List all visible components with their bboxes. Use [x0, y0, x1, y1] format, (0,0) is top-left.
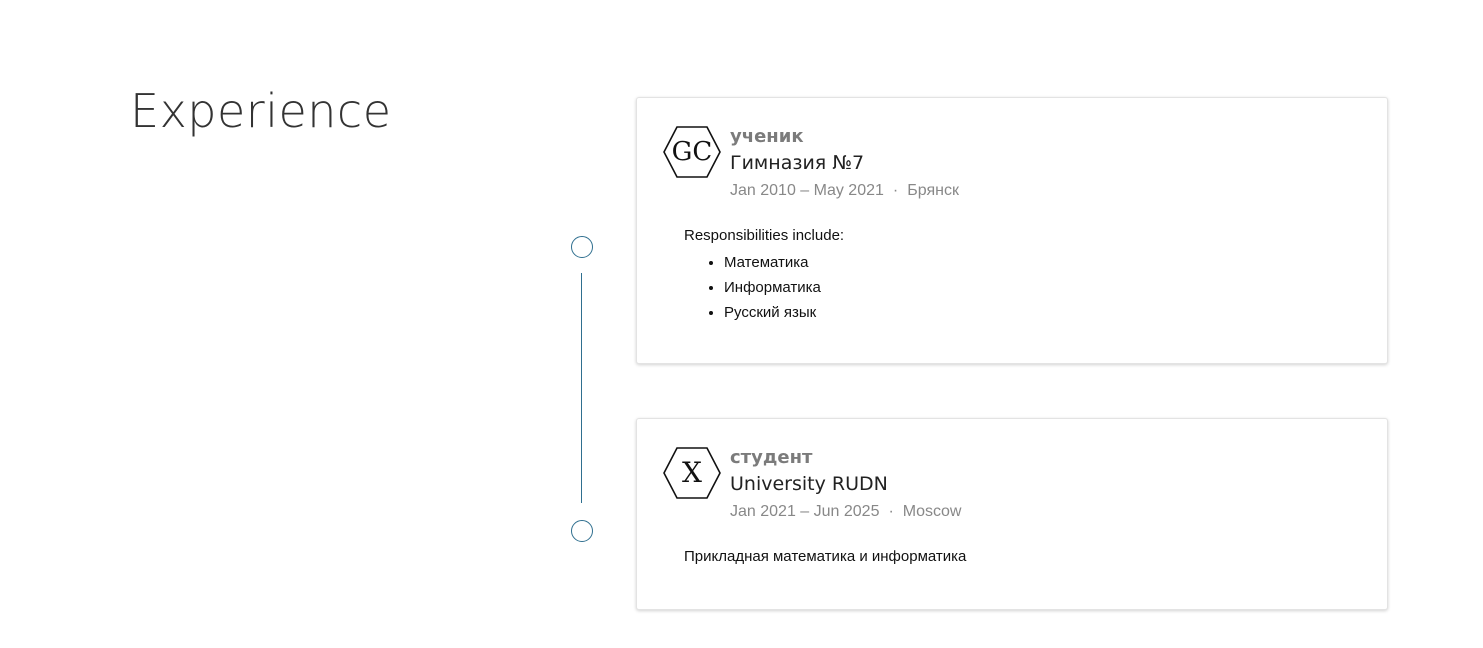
location: Брянск	[907, 182, 959, 199]
timeline-dot	[571, 236, 593, 258]
role-title: ученик	[730, 126, 804, 147]
organization-name: Гимназия №7	[730, 152, 865, 174]
list-item: Информатика	[724, 275, 844, 300]
list-item: Русский язык	[724, 300, 844, 325]
logo-text: X	[682, 456, 702, 489]
experience-meta: Jan 2021 – Jun 2025 · Moscow	[730, 500, 961, 524]
list-item: Математика	[724, 250, 844, 275]
experience-card: GC ученик Гимназия №7 Jan 2010 – May 202…	[636, 97, 1388, 364]
organization-logo-icon: GC	[663, 126, 721, 178]
responsibility-list: Математика Информатика Русский язык	[684, 250, 844, 325]
logo-text: GC	[671, 137, 713, 167]
description-lead: Прикладная математика и информатика	[684, 548, 967, 565]
section-title: Experience	[130, 84, 392, 138]
date-range: Jan 2010 – May 2021	[730, 182, 884, 199]
experience-header: студент University RUDN Jan 2021 – Jun 2…	[730, 447, 961, 524]
organization-name: University RUDN	[730, 473, 888, 495]
experience-meta: Jan 2010 – May 2021 · Брянск	[730, 179, 959, 203]
experience-card: X студент University RUDN Jan 2021 – Jun…	[636, 418, 1388, 610]
experience-description: Responsibilities include: Математика Инф…	[684, 226, 844, 325]
experience-header: ученик Гимназия №7 Jan 2010 – May 2021 · Б…	[730, 126, 959, 203]
timeline-line	[581, 273, 582, 503]
organization-logo-icon: X	[663, 447, 721, 499]
meta-separator: ·	[888, 503, 894, 520]
meta-separator: ·	[892, 182, 899, 199]
date-range: Jan 2021 – Jun 2025	[730, 503, 880, 520]
role-title: студент	[730, 447, 813, 468]
experience-description: Прикладная математика и информатика	[684, 547, 966, 567]
description-lead: Responsibilities include:	[684, 227, 845, 244]
location: Moscow	[902, 503, 962, 520]
timeline-dot	[571, 520, 593, 542]
